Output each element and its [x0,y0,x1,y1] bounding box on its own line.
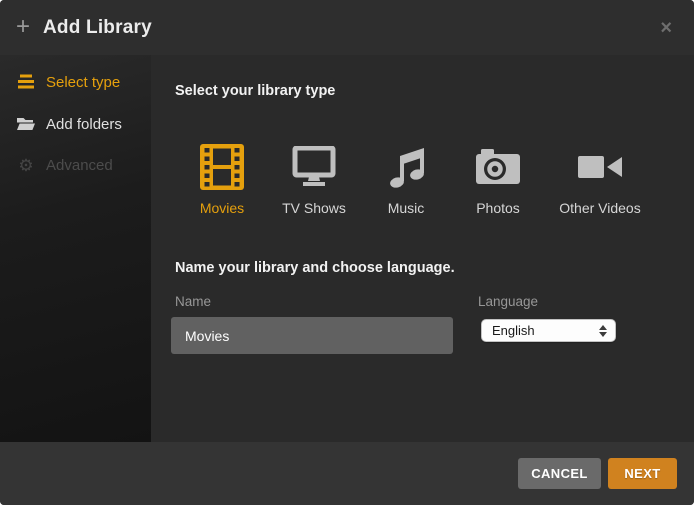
library-type-photos[interactable]: Photos [458,143,538,216]
library-type-music[interactable]: Music [366,143,446,216]
sidebar-item-advanced[interactable]: ⚙ Advanced [16,153,113,177]
camcorder-icon [578,143,622,191]
sidebar-item-add-folders[interactable]: Add folders [16,112,122,136]
film-icon [200,143,244,191]
library-type-label: Other Videos [559,200,640,216]
library-type-label: Music [388,200,425,216]
gear-icon: ⚙ [16,157,36,174]
sidebar-item-label: Add folders [46,116,122,133]
language-selected-value: English [482,323,599,338]
sidebar-item-label: Advanced [46,157,113,174]
dialog-content: Select your library type [151,55,694,442]
select-arrows-icon [599,325,607,337]
close-icon[interactable]: × [654,14,678,42]
library-type-label: Photos [476,200,520,216]
camera-icon [476,143,520,191]
library-type-tv-shows[interactable]: TV Shows [274,143,354,216]
tv-icon [291,143,337,191]
language-field-label: Language [478,294,538,309]
music-note-icon [386,143,426,191]
next-button[interactable]: NEXT [608,458,677,489]
dialog-sidebar: Select type Add folders ⚙ Advanced [0,55,151,442]
language-select[interactable]: English [481,319,616,342]
folder-icon [16,116,36,132]
dialog-footer: CANCEL NEXT [0,442,694,505]
list-lines-icon [16,72,36,92]
library-type-movies[interactable]: Movies [182,143,262,216]
library-type-row: Movies TV Shows [182,143,650,216]
library-type-section-title: Select your library type [175,83,335,99]
dialog-header: + Add Library × [0,0,694,55]
cancel-button[interactable]: CANCEL [518,458,601,489]
library-type-label: Movies [200,200,244,216]
library-name-input[interactable] [171,317,453,354]
library-type-other-videos[interactable]: Other Videos [550,143,650,216]
name-field-label: Name [175,294,211,309]
library-type-label: TV Shows [282,200,346,216]
plus-icon: + [16,15,30,39]
sidebar-item-select-type[interactable]: Select type [16,70,120,94]
add-library-dialog: + Add Library × Select type Add fold [0,0,694,505]
name-section-title: Name your library and choose language. [175,260,455,276]
sidebar-item-label: Select type [46,74,120,91]
dialog-title: Add Library [43,17,152,39]
